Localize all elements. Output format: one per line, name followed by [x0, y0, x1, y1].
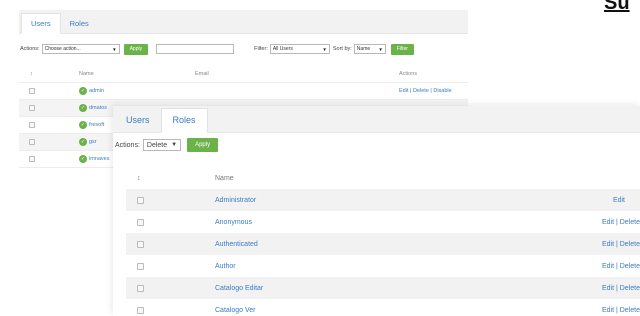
check-circle-icon: ✓ — [79, 155, 87, 163]
row-actions[interactable]: Edit | Delete — [602, 285, 640, 292]
sort-value: Name — [356, 46, 371, 52]
tab-users[interactable]: Users — [115, 109, 161, 132]
user-cell: ✓ dmatos — [79, 104, 107, 112]
chevron-down-icon: ▼ — [112, 46, 117, 52]
row-checkbox[interactable] — [29, 139, 35, 145]
check-circle-icon: ✓ — [79, 138, 87, 146]
user-cell: ✓ imnaves — [79, 155, 109, 163]
row-checkbox[interactable] — [29, 88, 35, 94]
sort-select[interactable]: Name ▼ — [353, 44, 386, 54]
sort-label: Sort by: — [332, 46, 352, 52]
column-actions: Actions — [399, 71, 418, 77]
filter-label: Filter: — [254, 46, 268, 52]
column-name[interactable]: Name — [79, 71, 94, 77]
row-checkbox[interactable] — [29, 105, 35, 111]
check-circle-icon: ✓ — [79, 121, 87, 129]
role-link[interactable]: Catalogo Editar — [215, 285, 263, 292]
filter-value: All Users — [272, 46, 293, 52]
user-cell: ✓ admin — [79, 87, 104, 95]
row-checkbox[interactable] — [137, 196, 144, 204]
page-title: Su — [604, 0, 630, 14]
sort-icon[interactable]: ↕ — [30, 71, 33, 77]
row-checkbox[interactable] — [29, 156, 35, 162]
role-link[interactable]: Administrator — [215, 197, 256, 204]
roles-panel-tabs: Users Roles — [113, 106, 640, 133]
table-row: Catalogo Ver Edit | Delete — [126, 299, 640, 316]
row-checkbox[interactable] — [29, 122, 35, 128]
row-checkbox[interactable] — [137, 218, 144, 226]
column-name[interactable]: Name — [215, 175, 234, 182]
filter-select[interactable]: All Users ▼ — [269, 44, 330, 54]
tab-roles[interactable]: Roles — [61, 14, 98, 33]
table-row: Anonymous Edit | Delete — [126, 211, 640, 233]
actions-label: Actions: — [115, 141, 140, 149]
users-panel-tabs: Users Roles — [19, 10, 468, 34]
row-actions[interactable]: Edit | Delete — [602, 219, 640, 226]
sort-icon[interactable]: ↕ — [137, 175, 141, 182]
bulk-action-select[interactable]: Delete ▼ — [142, 139, 182, 151]
user-link[interactable]: fresoft — [89, 122, 104, 128]
role-link[interactable]: Authenticated — [215, 241, 258, 248]
row-checkbox[interactable] — [137, 262, 144, 270]
table-header: ↕ Name — [126, 167, 640, 189]
user-link[interactable]: gsr — [89, 139, 97, 145]
bulk-action-value: Choose action... — [44, 46, 81, 52]
row-actions[interactable]: Edit | Delete — [602, 307, 640, 314]
row-checkbox[interactable] — [137, 240, 144, 248]
bulk-action-select[interactable]: Choose action... ▼ — [41, 44, 120, 54]
user-link[interactable]: admin — [89, 88, 104, 94]
table-row: ✓ admin Edit | Delete | Disable — [19, 83, 468, 100]
check-circle-icon: ✓ — [79, 104, 87, 112]
roles-table: ↕ Name Administrator Edit Anonymous Edit… — [126, 167, 640, 316]
check-circle-icon: ✓ — [79, 87, 87, 95]
filter-button[interactable]: Filter — [390, 43, 414, 55]
row-checkbox[interactable] — [137, 284, 144, 292]
chevron-down-icon: ▼ — [322, 46, 327, 52]
apply-button[interactable]: Apply — [123, 43, 149, 55]
row-actions[interactable]: Edit | Delete | Disable — [399, 88, 452, 94]
apply-button[interactable]: Apply — [187, 138, 219, 152]
table-row: Administrator Edit — [126, 189, 640, 211]
user-link[interactable]: imnaves — [89, 156, 109, 162]
row-checkbox[interactable] — [137, 306, 144, 314]
row-actions[interactable]: Edit | Delete — [602, 241, 640, 248]
tab-users[interactable]: Users — [21, 13, 61, 34]
actions-label: Actions: — [20, 46, 40, 52]
role-link[interactable]: Anonymous — [215, 219, 252, 226]
chevron-down-icon: ▼ — [171, 142, 178, 148]
table-row: Author Edit | Delete — [126, 255, 640, 277]
user-cell: ✓ fresoft — [79, 121, 104, 129]
column-email[interactable]: Email — [195, 71, 209, 77]
role-link[interactable]: Author — [215, 263, 236, 270]
roles-panel: Users Roles Actions: Delete ▼ Apply ↕ Na… — [113, 106, 640, 316]
search-input[interactable] — [156, 44, 235, 54]
roles-actions-row: Actions: Delete ▼ Apply — [115, 138, 219, 152]
table-header: ↕ Name Email Actions — [19, 66, 468, 83]
bulk-action-value: Delete — [146, 141, 168, 149]
chevron-down-icon: ▼ — [378, 46, 383, 52]
row-actions[interactable]: Edit | Delete — [602, 263, 640, 270]
user-link[interactable]: dmatos — [89, 105, 107, 111]
row-actions[interactable]: Edit — [613, 197, 625, 204]
table-row: Authenticated Edit | Delete — [126, 233, 640, 255]
tab-roles[interactable]: Roles — [160, 108, 208, 133]
users-actions-row: Actions: Choose action... ▼ Apply Filter… — [19, 39, 468, 59]
user-cell: ✓ gsr — [79, 138, 97, 146]
table-row: Catalogo Editar Edit | Delete — [126, 277, 640, 299]
role-link[interactable]: Catalogo Ver — [215, 307, 255, 314]
